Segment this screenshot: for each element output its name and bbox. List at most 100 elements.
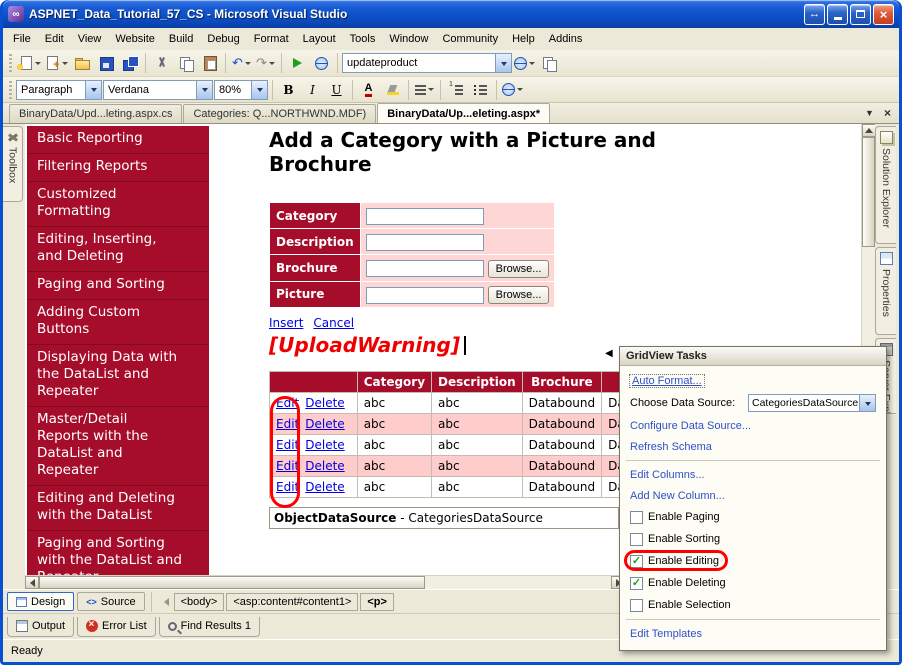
enable-sorting-checkbox[interactable] (630, 532, 643, 546)
sidebar-item-basic-reporting[interactable]: Basic Reporting (27, 126, 209, 154)
enable-editing-checkbox[interactable]: ✓ (630, 554, 643, 568)
menu-item-addins[interactable]: Addins (542, 30, 590, 48)
toolbox-tab[interactable]: Toolbox (3, 126, 23, 202)
objectdatasource-control[interactable]: ObjectDataSource - CategoriesDataSource (269, 507, 619, 529)
combo-dropdown-icon[interactable] (196, 80, 212, 99)
sidebar-item-editing-inserting-and-deleting[interactable]: Editing, Inserting, and Deleting (27, 227, 209, 272)
picture-browse-button[interactable]: Browse... (487, 286, 550, 304)
menu-item-view[interactable]: View (71, 30, 109, 48)
menu-item-layout[interactable]: Layout (296, 30, 343, 48)
edit-link[interactable]: Edit (276, 480, 299, 494)
new-website-button[interactable] (16, 52, 42, 74)
configure-data-source-link[interactable]: Configure Data Source... (630, 420, 751, 432)
panel-tab-output[interactable]: Output (7, 616, 75, 637)
hscroll-track[interactable] (425, 576, 611, 589)
document-tab-binarydata-upd-leting-aspx-cs[interactable]: BinaryData/Upd...leting.aspx.cs (9, 104, 183, 123)
copy-button[interactable] (174, 52, 197, 74)
underline-button[interactable]: U (325, 79, 348, 101)
combo-dropdown-icon[interactable] (495, 54, 511, 72)
paste-button[interactable] (198, 52, 221, 74)
source-view-button[interactable]: <> Source (77, 592, 145, 611)
delete-link[interactable]: Delete (305, 438, 344, 452)
tag-body[interactable]: <body> (173, 592, 225, 611)
delete-link[interactable]: Delete (305, 417, 344, 431)
document-tab-binarydata-up-eleting-aspx[interactable]: BinaryData/Up...eleting.aspx* (377, 103, 551, 123)
extra-tool-button[interactable] (537, 52, 560, 74)
combo-dropdown-icon[interactable] (251, 80, 267, 99)
sidebar-item-displaying-data-with-the-datalist-and-repeater[interactable]: Displaying Data with the DataList and Re… (27, 345, 209, 407)
menu-item-community[interactable]: Community (435, 30, 505, 48)
delete-link[interactable]: Delete (305, 480, 344, 494)
edit-templates-link[interactable]: Edit Templates (630, 628, 702, 640)
find-button[interactable] (513, 52, 536, 74)
sidebar-item-adding-custom-buttons[interactable]: Adding Custom Buttons (27, 300, 209, 345)
highlight-button[interactable] (381, 79, 404, 101)
enable-selection-checkbox[interactable] (630, 598, 643, 612)
start-debug-button[interactable] (286, 52, 309, 74)
toolbar-search-combo[interactable]: updateproduct (342, 53, 512, 73)
sidebar-item-paging-and-sorting[interactable]: Paging and Sorting (27, 272, 209, 300)
style-combo[interactable]: Paragraph (16, 79, 102, 100)
dock-tab-solution-explorer[interactable]: Solution Explorer (875, 126, 896, 244)
tab-close-button[interactable]: × (880, 105, 895, 120)
enable-paging-checkbox[interactable] (630, 510, 643, 524)
vscroll-thumb[interactable] (862, 137, 875, 247)
panel-tab-error-list[interactable]: Error List (77, 616, 156, 637)
browse-with-button[interactable] (310, 52, 333, 74)
menu-item-tools[interactable]: Tools (343, 30, 383, 48)
italic-button[interactable]: I (301, 79, 324, 101)
description-input[interactable] (365, 234, 484, 251)
tag-asp-content-content1[interactable]: <asp:content#content1> (226, 592, 359, 611)
window-dock-button[interactable]: ↔ (804, 3, 825, 25)
menu-item-debug[interactable]: Debug (200, 30, 246, 48)
design-hscrollbar[interactable] (25, 575, 625, 589)
panel-tab-find-results-1[interactable]: Find Results 1 (158, 616, 260, 637)
minimize-button[interactable] (827, 3, 848, 25)
menu-item-website[interactable]: Website (108, 30, 162, 48)
refresh-schema-link[interactable]: Refresh Schema (630, 441, 712, 453)
close-button[interactable]: × (873, 3, 894, 25)
combo-dropdown-icon[interactable] (859, 395, 875, 411)
tag-scroll-left-icon[interactable] (160, 597, 169, 606)
brochure-input[interactable] (365, 260, 484, 277)
cut-button[interactable] (150, 52, 173, 74)
edit-link[interactable]: Edit (276, 438, 299, 452)
redo-button[interactable]: ↷ (254, 52, 277, 74)
brochure-browse-button[interactable]: Browse... (487, 259, 550, 278)
menu-item-edit[interactable]: Edit (38, 30, 71, 48)
open-file-button[interactable] (70, 52, 93, 74)
save-button[interactable] (94, 52, 117, 74)
font-combo[interactable]: Verdana (103, 79, 213, 100)
bold-button[interactable]: B (277, 79, 300, 101)
sidebar-item-paging-and-sorting-with-the-datalist-and-repeater[interactable]: Paging and Sorting with the DataList and… (27, 531, 209, 579)
align-button[interactable] (413, 79, 436, 101)
edit-link[interactable]: Edit (276, 396, 299, 410)
hscroll-thumb[interactable] (39, 576, 425, 589)
menu-item-format[interactable]: Format (247, 30, 296, 48)
delete-link[interactable]: Delete (305, 396, 344, 410)
sidebar-item-master-detail-reports-with-the-datalist-and-repeater[interactable]: Master/Detail Reports with the DataList … (27, 407, 209, 486)
hyperlink-button[interactable] (501, 79, 524, 101)
design-view-button[interactable]: Design (7, 592, 75, 611)
tag-p[interactable]: <p> (360, 592, 394, 611)
edit-link[interactable]: Edit (276, 459, 299, 473)
edit-link[interactable]: Edit (276, 417, 299, 431)
add-new-column-link[interactable]: Add New Column... (630, 490, 725, 502)
auto-format-link[interactable]: Auto Format... (629, 373, 705, 388)
menu-item-help[interactable]: Help (505, 30, 542, 48)
combo-dropdown-icon[interactable] (85, 80, 101, 99)
enable-deleting-checkbox[interactable]: ✓ (630, 576, 643, 590)
edit-columns-link[interactable]: Edit Columns... (630, 469, 705, 481)
numbered-list-button[interactable] (445, 79, 468, 101)
cancel-link[interactable]: Cancel (313, 316, 354, 330)
sidebar-item-editing-and-deleting-with-the-datalist[interactable]: Editing and Deleting with the DataList (27, 486, 209, 531)
maximize-button[interactable] (850, 3, 871, 25)
menu-item-window[interactable]: Window (382, 30, 435, 48)
dock-tab-properties[interactable]: Properties (875, 247, 896, 335)
toolbar-grip[interactable] (9, 80, 12, 99)
document-tab-categories-q-northwnd-mdf[interactable]: Categories: Q...NORTHWND.MDF) (183, 104, 377, 123)
bullet-list-button[interactable] (469, 79, 492, 101)
save-all-button[interactable] (118, 52, 141, 74)
category-input[interactable] (365, 208, 484, 225)
zoom-combo[interactable]: 80% (214, 79, 268, 100)
